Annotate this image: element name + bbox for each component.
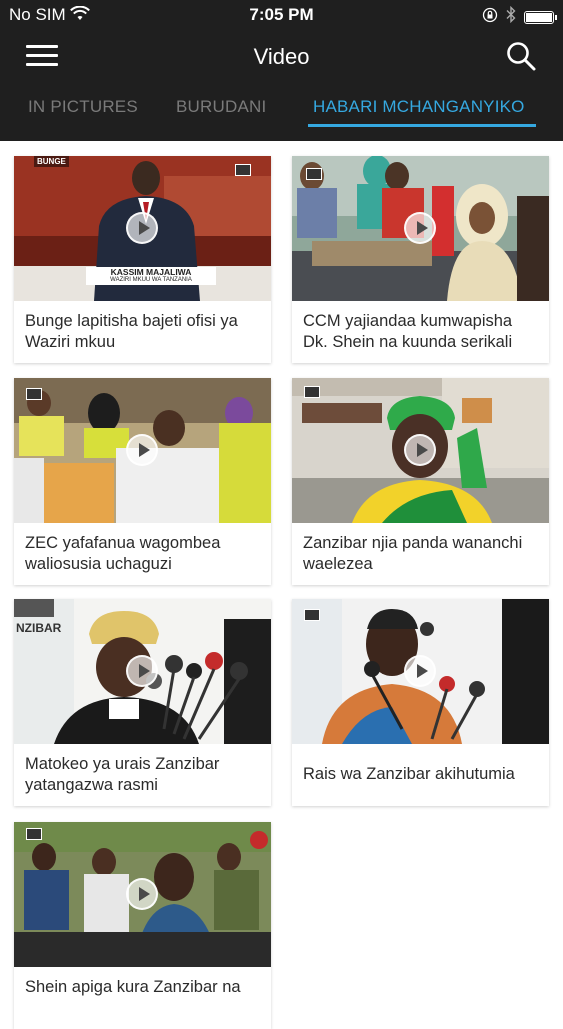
play-icon	[126, 655, 158, 687]
bunge-badge: BUNGE	[34, 156, 69, 167]
channel-logo-icon	[304, 386, 320, 398]
tab-in-pictures[interactable]: IN PICTURES	[28, 97, 138, 117]
active-tab-indicator	[308, 124, 536, 127]
video-thumbnail	[292, 156, 549, 301]
battery-icon	[524, 10, 557, 24]
play-icon	[404, 212, 436, 244]
channel-logo-icon	[304, 609, 320, 621]
lower-third-name: KASSIM MAJALIWA	[110, 267, 192, 277]
orientation-lock-icon	[482, 7, 498, 28]
video-caption: CCM yajiandaa kumwapisha Dk. Shein na ku…	[303, 312, 513, 351]
hamburger-menu-icon[interactable]	[26, 45, 58, 69]
play-icon	[126, 878, 158, 910]
app-header: No SIM 7:05 PM Video IN PICTURES BURUDAN…	[0, 0, 563, 141]
play-icon	[404, 655, 436, 687]
video-thumbnail	[292, 599, 549, 744]
page-title: Video	[253, 44, 310, 69]
channel-logo-icon	[26, 828, 42, 840]
video-card[interactable]: Shein apiga kura Zanzibar na	[14, 822, 271, 1029]
video-card[interactable]: NZIBAR Matokeo ya urais Zanzibar yatanga…	[14, 599, 271, 806]
play-icon	[126, 434, 158, 466]
lower-third-title: WAZIRI MKUU WA TANZANIA	[110, 277, 192, 283]
backdrop-text: NZIBAR	[16, 621, 62, 635]
play-icon	[126, 212, 158, 244]
video-card[interactable]: BUNGE KASSIM MAJALIWA WAZIRI MKUU WA TAN…	[14, 156, 271, 363]
video-card[interactable]: Rais wa Zanzibar akihutumia	[292, 599, 549, 806]
tab-habari-mchanganyiko[interactable]: HABARI MCHANGANYIKO	[313, 97, 525, 117]
video-thumbnail	[292, 378, 549, 523]
video-caption: Rais wa Zanzibar akihutumia	[303, 765, 515, 783]
video-caption: Zanzibar njia panda wananchi waelezea	[303, 534, 523, 573]
video-caption: Bunge lapitisha bajeti ofisi ya Waziri m…	[25, 312, 238, 351]
video-thumbnail	[14, 822, 271, 967]
tab-burudani[interactable]: BURUDANI	[176, 97, 266, 117]
video-thumbnail: NZIBAR	[14, 599, 271, 744]
channel-logo-icon	[235, 164, 251, 176]
status-bar: No SIM 7:05 PM	[0, 0, 563, 30]
status-icons	[482, 5, 557, 28]
video-caption: Shein apiga kura Zanzibar na	[25, 978, 241, 996]
video-thumbnail	[14, 378, 271, 523]
video-grid: BUNGE KASSIM MAJALIWA WAZIRI MKUU WA TAN…	[0, 141, 563, 1029]
nav-bar: Video	[0, 32, 563, 84]
search-icon[interactable]	[505, 40, 539, 74]
status-time: 7:05 PM	[249, 5, 314, 24]
video-card[interactable]: ZEC yafafanua wagombea waliosusia uchagu…	[14, 378, 271, 585]
tab-bar: IN PICTURES BURUDANI HABARI MCHANGANYIKO	[0, 90, 563, 130]
channel-logo-icon	[26, 388, 42, 400]
video-caption: ZEC yafafanua wagombea waliosusia uchagu…	[25, 534, 221, 573]
video-thumbnail: BUNGE KASSIM MAJALIWA WAZIRI MKUU WA TAN…	[14, 156, 271, 301]
lower-third: KASSIM MAJALIWA WAZIRI MKUU WA TANZANIA	[86, 267, 216, 285]
bluetooth-icon	[506, 5, 516, 28]
video-card[interactable]: Zanzibar njia panda wananchi waelezea	[292, 378, 549, 585]
video-caption: Matokeo ya urais Zanzibar yatangazwa ras…	[25, 755, 220, 794]
video-card[interactable]: CCM yajiandaa kumwapisha Dk. Shein na ku…	[292, 156, 549, 363]
play-icon	[404, 434, 436, 466]
channel-logo-icon	[306, 168, 322, 180]
